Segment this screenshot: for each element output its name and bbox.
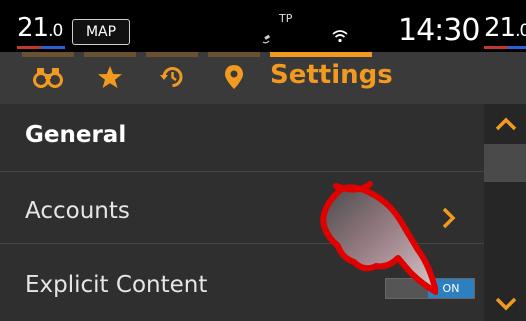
chevron-right-icon[interactable] [440, 206, 458, 234]
tab-settings[interactable]: Settings [270, 60, 393, 90]
tab-indicator-recent [146, 52, 198, 57]
section-title: General [25, 122, 127, 148]
list-item-label: Explicit Content [25, 272, 208, 298]
temperature-left-bar [17, 46, 65, 49]
tab-recent[interactable] [146, 64, 198, 94]
scrollbar-thumb[interactable] [484, 144, 526, 182]
satellite-icon [262, 30, 276, 49]
tab-bar: Settings [0, 52, 526, 104]
temperature-right-bar [484, 46, 526, 49]
tab-indicator-favorites [84, 52, 136, 57]
status-bar: 21.0 MAP TP 14:30 21.0 [0, 0, 526, 52]
tp-indicator: TP [279, 12, 293, 25]
section-header-general: General [0, 104, 484, 172]
chevron-down-icon[interactable] [495, 296, 517, 316]
map-pin-icon [223, 64, 245, 94]
tab-indicator-location [208, 52, 260, 57]
clock: 14:30 [398, 13, 480, 48]
star-icon [97, 65, 123, 93]
list-item-label: Accounts [25, 198, 130, 224]
hand-pointer-icon [318, 180, 439, 302]
temperature-left-int: 21 [17, 13, 49, 43]
temperature-right-dec: .0 [515, 21, 526, 41]
tab-favorites[interactable] [84, 64, 136, 94]
scrollbar[interactable] [484, 104, 526, 321]
binoculars-icon [33, 65, 63, 93]
temperature-right[interactable]: 21.0 [484, 13, 526, 49]
history-icon [159, 65, 185, 93]
map-button[interactable]: MAP [72, 19, 130, 45]
temperature-left-dec: .0 [48, 21, 63, 41]
tab-indicator-search [22, 52, 74, 57]
tab-indicator-settings [270, 52, 372, 57]
chevron-up-icon[interactable] [495, 116, 517, 136]
temperature-right-int: 21 [484, 13, 516, 43]
tab-search[interactable] [22, 64, 74, 94]
tab-location[interactable] [208, 64, 260, 94]
temperature-left[interactable]: 21.0 [17, 13, 65, 49]
wifi-icon [332, 28, 348, 47]
